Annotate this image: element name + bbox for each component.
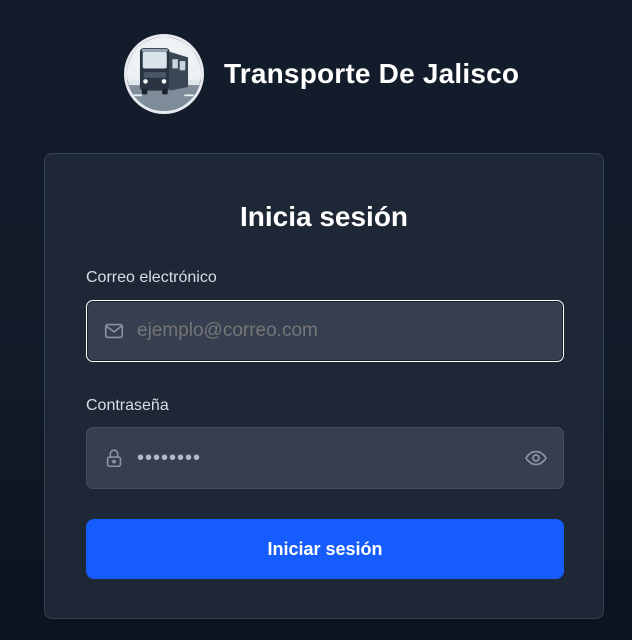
password-field[interactable]: •••••••• [86, 427, 564, 489]
email-field[interactable] [86, 300, 564, 362]
bus-logo-icon [124, 34, 204, 114]
login-title: Inicia sesión [239, 201, 409, 232]
eye-icon[interactable] [523, 445, 549, 471]
password-input[interactable]: •••••••• [137, 428, 503, 488]
login-card: Inicia sesión Correo electrónico Contras… [44, 153, 604, 619]
password-label: Contraseña [86, 397, 169, 414]
mail-icon [103, 320, 125, 342]
lock-icon [103, 447, 125, 469]
brand-title: Transporte De Jalisco [224, 58, 520, 89]
brand-header: Transporte De Jalisco [124, 34, 519, 114]
email-input[interactable] [137, 301, 503, 361]
email-label: Correo electrónico [86, 269, 217, 286]
login-submit-button[interactable]: Iniciar sesión [86, 519, 564, 579]
